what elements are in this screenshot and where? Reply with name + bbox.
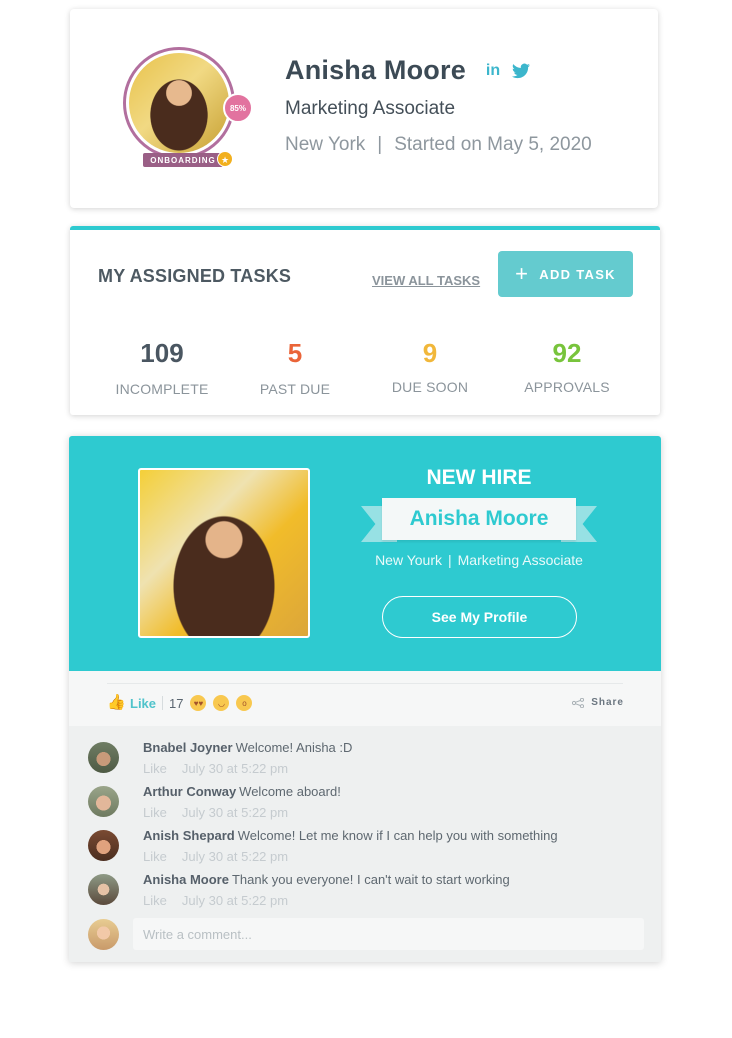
stat-past-due[interactable]: 5 PAST DUE: [230, 338, 360, 397]
new-hire-banner: NEW HIRE Anisha Moore New Yourk | Marketin…: [69, 436, 661, 671]
linkedin-icon[interactable]: in: [486, 62, 500, 80]
comment-like-button[interactable]: Like: [143, 805, 167, 820]
name-ribbon: Anisha Moore: [361, 498, 597, 544]
comment-like-button[interactable]: Like: [143, 761, 167, 776]
comment-timestamp: July 30 at 5:22 pm: [181, 849, 289, 864]
profile-info: Anisha Moore in Marketing Associate New …: [285, 55, 592, 156]
stat-label: DUE SOON: [391, 379, 469, 395]
profile-start-date: Started on May 5, 2020: [394, 134, 592, 155]
stat-incomplete[interactable]: 109 INCOMPLETE: [97, 338, 227, 397]
stat-value: 9: [422, 338, 438, 368]
add-task-button[interactable]: + ADD TASK: [498, 251, 633, 297]
stat-value: 109: [140, 338, 184, 368]
commenter-avatar[interactable]: [88, 742, 119, 773]
new-hire-post: NEW HIRE Anisha Moore New Yourk | Marketin…: [69, 436, 661, 962]
thumbs-up-icon[interactable]: 👍: [107, 695, 126, 711]
comment-composer: [88, 918, 644, 951]
reaction-count[interactable]: 17: [169, 696, 183, 711]
stat-due-soon[interactable]: 9 DUE SOON: [365, 338, 495, 395]
comment-input[interactable]: [133, 918, 644, 950]
profile-location: New York: [285, 134, 366, 155]
share-button[interactable]: Share: [572, 697, 624, 708]
stat-value: 5: [287, 338, 303, 368]
stat-label: INCOMPLETE: [115, 381, 209, 397]
new-hire-location: New Yourk: [375, 552, 442, 568]
stat-approvals[interactable]: 92 APPROVALS: [502, 338, 632, 395]
new-hire-title: Marketing Associate: [457, 552, 583, 568]
divider: [107, 683, 623, 684]
status-badge: ONBOARDING: [143, 153, 223, 167]
see-profile-button[interactable]: See My Profile: [382, 596, 577, 638]
tongue-emoji-icon: ◡: [213, 695, 230, 711]
twitter-icon[interactable]: [512, 63, 531, 79]
new-hire-details: New Yourk | Marketing Associate: [349, 552, 609, 568]
divider: [162, 696, 164, 710]
plus-icon: +: [515, 261, 530, 286]
completion-badge: 85%: [223, 93, 253, 123]
new-hire-name: Anisha Moore: [382, 498, 576, 540]
current-user-avatar: [88, 919, 119, 950]
tasks-title: MY ASSIGNED TASKS: [98, 266, 292, 286]
comment-text: Welcome! Anisha :D: [235, 740, 353, 755]
details-separator: |: [448, 552, 452, 568]
comment-timestamp: July 30 at 5:22 pm: [181, 893, 289, 908]
comment-item: Anish Shepard Welcome! Let me know if I c…: [88, 828, 648, 868]
stat-label: APPROVALS: [524, 379, 610, 395]
comment-like-button[interactable]: Like: [143, 849, 167, 864]
new-hire-photo: [138, 468, 310, 638]
avatar-photo: [129, 53, 229, 153]
assigned-tasks-card: MY ASSIGNED TASKS VIEW ALL TASKS + ADD T…: [70, 226, 660, 415]
heart-eyes-emoji-icon: ♥♥: [190, 695, 207, 711]
profile-avatar[interactable]: 85% ONBOARDING ★: [123, 47, 253, 169]
comment-text: Welcome! Let me know if I can help you w…: [237, 828, 558, 843]
profile-name: Anisha Moore: [285, 55, 466, 85]
star-icon: ★: [217, 151, 233, 167]
comment-timestamp: July 30 at 5:22 pm: [181, 761, 289, 776]
meta-separator: |: [377, 134, 383, 155]
like-group: 👍 Like 17 ♥♥ ◡ o: [107, 695, 253, 711]
comment-text: Thank you everyone! I can't wait to star…: [231, 872, 510, 887]
commenter-avatar[interactable]: [88, 874, 119, 905]
avatar-progress-ring: [123, 47, 235, 159]
share-icon: [572, 697, 585, 708]
new-hire-heading: NEW HIRE: [426, 466, 532, 489]
reaction-bar: 👍 Like 17 ♥♥ ◡ o Share: [69, 671, 661, 726]
add-task-label: ADD TASK: [539, 266, 616, 282]
commenter-avatar[interactable]: [88, 786, 119, 817]
comments-section: Bnabel Joyner Welcome! Anisha :D Like July…: [69, 726, 661, 962]
comment-item: Arthur Conway Welcome aboard! Like July 30…: [88, 784, 648, 824]
stat-value: 92: [552, 338, 582, 368]
comment-author[interactable]: Bnabel Joyner: [143, 740, 233, 755]
comment-author[interactable]: Anish Shepard: [143, 828, 235, 843]
comment-author[interactable]: Arthur Conway: [143, 784, 236, 799]
surprised-emoji-icon: o: [236, 695, 253, 711]
share-label: Share: [591, 697, 624, 708]
profile-job-title: Marketing Associate: [285, 98, 456, 119]
stat-label: PAST DUE: [259, 381, 331, 397]
view-all-tasks-link[interactable]: VIEW ALL TASKS: [372, 273, 480, 288]
comment-item: Anisha Moore Thank you everyone! I can't …: [88, 872, 648, 912]
profile-card: 85% ONBOARDING ★ Anisha Moore in Marketi…: [70, 9, 658, 208]
commenter-avatar[interactable]: [88, 830, 119, 861]
comment-author[interactable]: Anisha Moore: [143, 872, 229, 887]
like-button[interactable]: Like: [130, 696, 156, 711]
comment-like-button[interactable]: Like: [143, 893, 167, 908]
comment-text: Welcome aboard!: [239, 784, 341, 799]
comment-timestamp: July 30 at 5:22 pm: [181, 805, 289, 820]
profile-meta: New York | Started on May 5, 2020: [285, 134, 592, 156]
comment-item: Bnabel Joyner Welcome! Anisha :D Like July…: [88, 740, 648, 780]
